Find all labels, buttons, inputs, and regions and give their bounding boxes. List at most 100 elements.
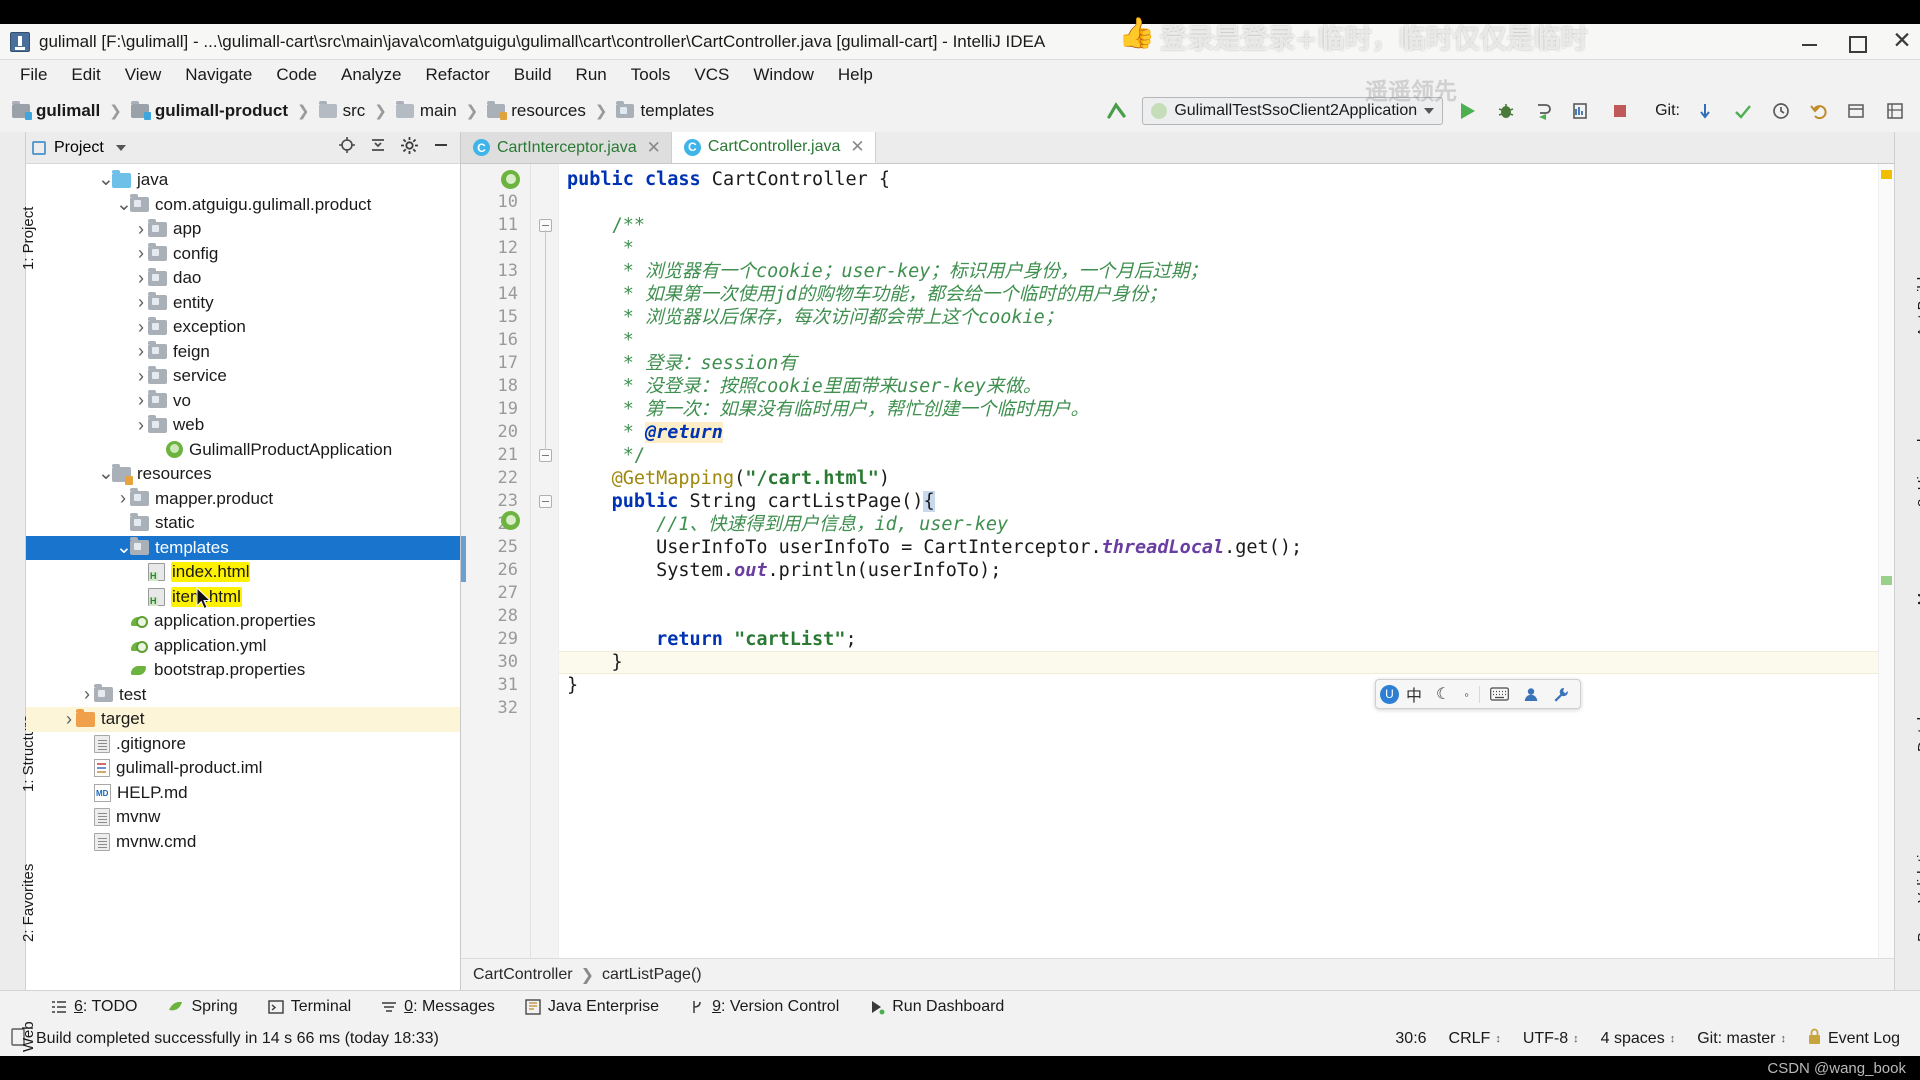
maximize-button[interactable]	[1846, 32, 1867, 53]
scroll-from-source-icon[interactable]	[338, 136, 356, 159]
menu-build[interactable]: Build	[502, 62, 564, 88]
chevron-right-icon[interactable]: ›	[134, 341, 148, 362]
tree-item-help-md[interactable]: HELP.md	[26, 781, 460, 806]
tree-item-vo[interactable]: › vo	[26, 389, 460, 414]
tree-item-mvnw[interactable]: mvnw	[26, 805, 460, 830]
sidebar-item-database[interactable]: Database	[1915, 688, 1920, 752]
ime-floating-toolbar[interactable]: U 中 ☾ ◦	[1375, 679, 1581, 709]
breadcrumb-gulimall[interactable]: gulimall	[8, 101, 104, 121]
bottom-tool-todo[interactable]: 6: TODO	[36, 998, 152, 1016]
chevron-right-icon[interactable]: ›	[134, 390, 148, 411]
gear-icon[interactable]	[400, 136, 419, 160]
tree-item-entity[interactable]: › entity	[26, 291, 460, 316]
tree-item-gulimallproductapplication[interactable]: GulimallProductApplication	[26, 438, 460, 463]
code-editor[interactable]: 9101112131415161718192021222324252627282…	[461, 164, 1894, 958]
chevron-right-icon[interactable]: ›	[134, 219, 148, 240]
tree-item-templates[interactable]: ⌄ templates	[26, 535, 460, 560]
encoding-selector[interactable]: UTF-8 ↕	[1512, 1030, 1590, 1048]
menu-vcs[interactable]: VCS	[682, 62, 741, 88]
code-line[interactable]: /**	[567, 214, 645, 237]
editor-fold-column[interactable]	[531, 164, 559, 958]
tab-cart-controller[interactable]: C CartController.java ✕	[671, 132, 876, 163]
collapse-all-icon[interactable]	[369, 136, 387, 159]
moon-icon[interactable]: ☾	[1429, 684, 1457, 704]
code-line[interactable]: public String cartListPage(){	[567, 490, 935, 513]
code-line[interactable]: * 登录：session有	[567, 352, 797, 375]
tree-item-index-html[interactable]: index.html	[26, 560, 460, 585]
code-line[interactable]: * 第一次：如果没有临时用户，帮忙创建一个临时用户。	[567, 398, 1089, 421]
sidebar-item-ant-build[interactable]: Ant Build	[1915, 277, 1920, 337]
tree-item-mvnw-cmd[interactable]: mvnw.cmd	[26, 830, 460, 855]
search-everywhere-icon[interactable]	[1844, 98, 1870, 124]
sidebar-item-bean-validation[interactable]: Bean Validation	[1915, 838, 1920, 942]
tree-item-application-properties[interactable]: application.properties	[26, 609, 460, 634]
menu-analyze[interactable]: Analyze	[329, 62, 413, 88]
code-line[interactable]: @GetMapping("/cart.html")	[567, 467, 890, 490]
close-icon[interactable]: ✕	[647, 138, 661, 158]
bottom-tool-version-control[interactable]: 9: Version Control	[674, 998, 854, 1016]
breadcrumb-class[interactable]: CartController	[473, 966, 573, 984]
tree-item-resources[interactable]: ⌄ resources	[26, 462, 460, 487]
chevron-down-icon[interactable]: ⌄	[98, 170, 114, 189]
tree-item-service[interactable]: › service	[26, 364, 460, 389]
tree-item-config[interactable]: › config	[26, 242, 460, 267]
event-log-button[interactable]: Event Log	[1797, 1028, 1910, 1050]
tree-item-test[interactable]: › test	[26, 683, 460, 708]
code-fold-toggle[interactable]	[539, 495, 552, 508]
bottom-tool-java-enterprise[interactable]: Java Enterprise	[510, 998, 674, 1016]
code-line[interactable]: //1、快速得到用户信息，id, user-key	[567, 513, 1008, 536]
code-line[interactable]: System.out.println(userInfoTo);	[567, 559, 1001, 582]
wrench-icon[interactable]	[1546, 687, 1576, 702]
chevron-down-icon[interactable]	[115, 144, 126, 151]
person-icon[interactable]	[1516, 687, 1546, 702]
close-icon[interactable]: ✕	[850, 137, 864, 157]
run-configuration-selector[interactable]: GulimallTestSsoClient2Application	[1142, 97, 1444, 125]
menu-refactor[interactable]: Refactor	[413, 62, 501, 88]
run-gutter-icon[interactable]	[501, 170, 520, 189]
code-line[interactable]: * 如果第一次使用jd的购物车功能，都会给一个临时的用户身份；	[567, 283, 1167, 306]
bottom-tool-spring[interactable]: Spring	[152, 998, 252, 1016]
history-icon[interactable]	[1768, 98, 1794, 124]
menu-code[interactable]: Code	[264, 62, 329, 88]
run-button[interactable]	[1455, 98, 1481, 124]
code-line[interactable]: *	[567, 329, 634, 352]
bottom-tool-terminal[interactable]: Terminal	[253, 998, 366, 1016]
caret-position[interactable]: 30:6	[1384, 1030, 1437, 1048]
bottom-tool-messages[interactable]: 0: Messages	[366, 998, 510, 1016]
chevron-down-icon[interactable]: ⌄	[116, 538, 132, 557]
chevron-right-icon[interactable]: ›	[134, 415, 148, 436]
close-button[interactable]: ✕	[1892, 30, 1912, 53]
code-line[interactable]: *	[567, 237, 634, 260]
run-with-coverage-button[interactable]	[1531, 98, 1557, 124]
hide-icon[interactable]	[432, 136, 450, 159]
stop-button[interactable]	[1607, 98, 1633, 124]
chevron-down-icon[interactable]: ⌄	[116, 195, 132, 214]
chevron-right-icon[interactable]: ›	[134, 366, 148, 387]
chevron-right-icon[interactable]: ›	[134, 317, 148, 338]
revert-icon[interactable]	[1806, 98, 1832, 124]
commit-icon[interactable]	[1730, 98, 1756, 124]
chevron-right-icon[interactable]: ›	[116, 488, 130, 509]
menu-navigate[interactable]: Navigate	[173, 62, 264, 88]
bottom-tool-run-dashboard[interactable]: Run Dashboard	[854, 998, 1019, 1016]
code-line[interactable]: }	[567, 651, 623, 674]
tree-item-application-yml[interactable]: application.yml	[26, 634, 460, 659]
chevron-right-icon[interactable]: ›	[134, 268, 148, 289]
tree-item-java[interactable]: ⌄ java	[26, 168, 460, 193]
code-line[interactable]: * 浏览器有一个cookie；user-key；标识用户身份，一个月后过期；	[567, 260, 1208, 283]
keyboard-icon[interactable]	[1483, 687, 1516, 701]
minimize-button[interactable]	[1800, 32, 1820, 52]
breadcrumb-method[interactable]: cartListPage()	[602, 966, 702, 984]
tree-item-item-html[interactable]: item.html	[26, 585, 460, 610]
code-line[interactable]: }	[567, 674, 578, 697]
line-separator-selector[interactable]: CRLF ↕	[1438, 1030, 1512, 1048]
project-tree[interactable]: ⌄ java ⌄ com.atguigu.gulimall.product › app › c…	[26, 164, 460, 990]
editor-code-body[interactable]: public class CartController { /** * * 浏览…	[559, 164, 1878, 958]
tree-item-feign[interactable]: › feign	[26, 340, 460, 365]
update-project-icon[interactable]	[1692, 98, 1718, 124]
profiler-button[interactable]	[1569, 98, 1595, 124]
tree-item--gitignore[interactable]: .gitignore	[26, 732, 460, 757]
ime-mode-toggle[interactable]: 中	[1399, 682, 1429, 706]
menu-file[interactable]: File	[8, 62, 59, 88]
code-line[interactable]: * 浏览器以后保存，每次访问都会带上这个cookie；	[567, 306, 1064, 329]
